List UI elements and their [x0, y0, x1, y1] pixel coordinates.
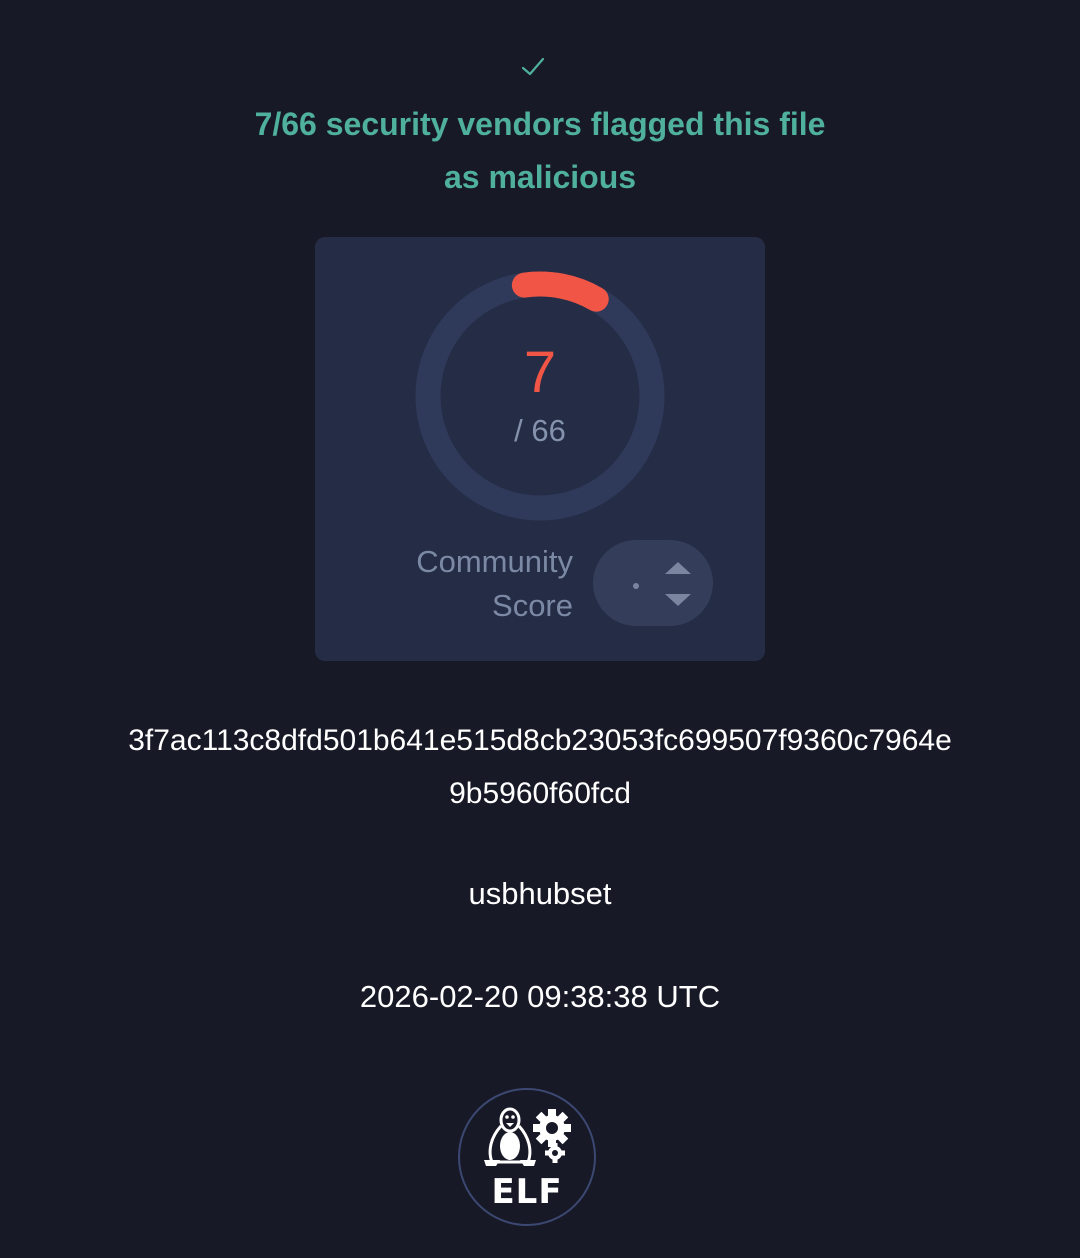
community-score-label: Community Score [375, 540, 573, 628]
check-icon [521, 57, 545, 76]
file-hash: 3f7ac113c8dfd501b641e515d8cb23053fc69950… [60, 714, 1020, 820]
headline-line-2: as malicious [443, 159, 637, 195]
detection-headline: 7/66 security vendors flagged this file … [0, 98, 1080, 204]
hash-line-2: 9b5960f60fcd [449, 777, 631, 810]
community-label-line-1: Community [416, 544, 573, 579]
total-vendors: / 66 [514, 413, 566, 448]
upvote-arrow-icon[interactable] [663, 560, 693, 576]
analysis-date: 2026-02-20 09:38:38 UTC [359, 979, 721, 1014]
detection-score-card: 7 / 66 Community Score [315, 237, 765, 661]
dot-icon [633, 583, 639, 589]
file-name: usbhubset [468, 876, 612, 911]
gauge-detection-arc [511, 271, 609, 312]
community-label-line-2: Score [492, 588, 573, 623]
downvote-arrow-icon[interactable] [663, 592, 693, 608]
headline-line-1: 7/66 security vendors flagged this file [254, 106, 826, 142]
file-type-badge: ELF [458, 1088, 596, 1226]
flagged-count: 7 [523, 340, 557, 405]
file-type-label: ELF [491, 1172, 563, 1212]
hash-line-1: 3f7ac113c8dfd501b641e515d8cb23053fc69950… [128, 724, 952, 757]
community-vote-control [593, 540, 713, 626]
